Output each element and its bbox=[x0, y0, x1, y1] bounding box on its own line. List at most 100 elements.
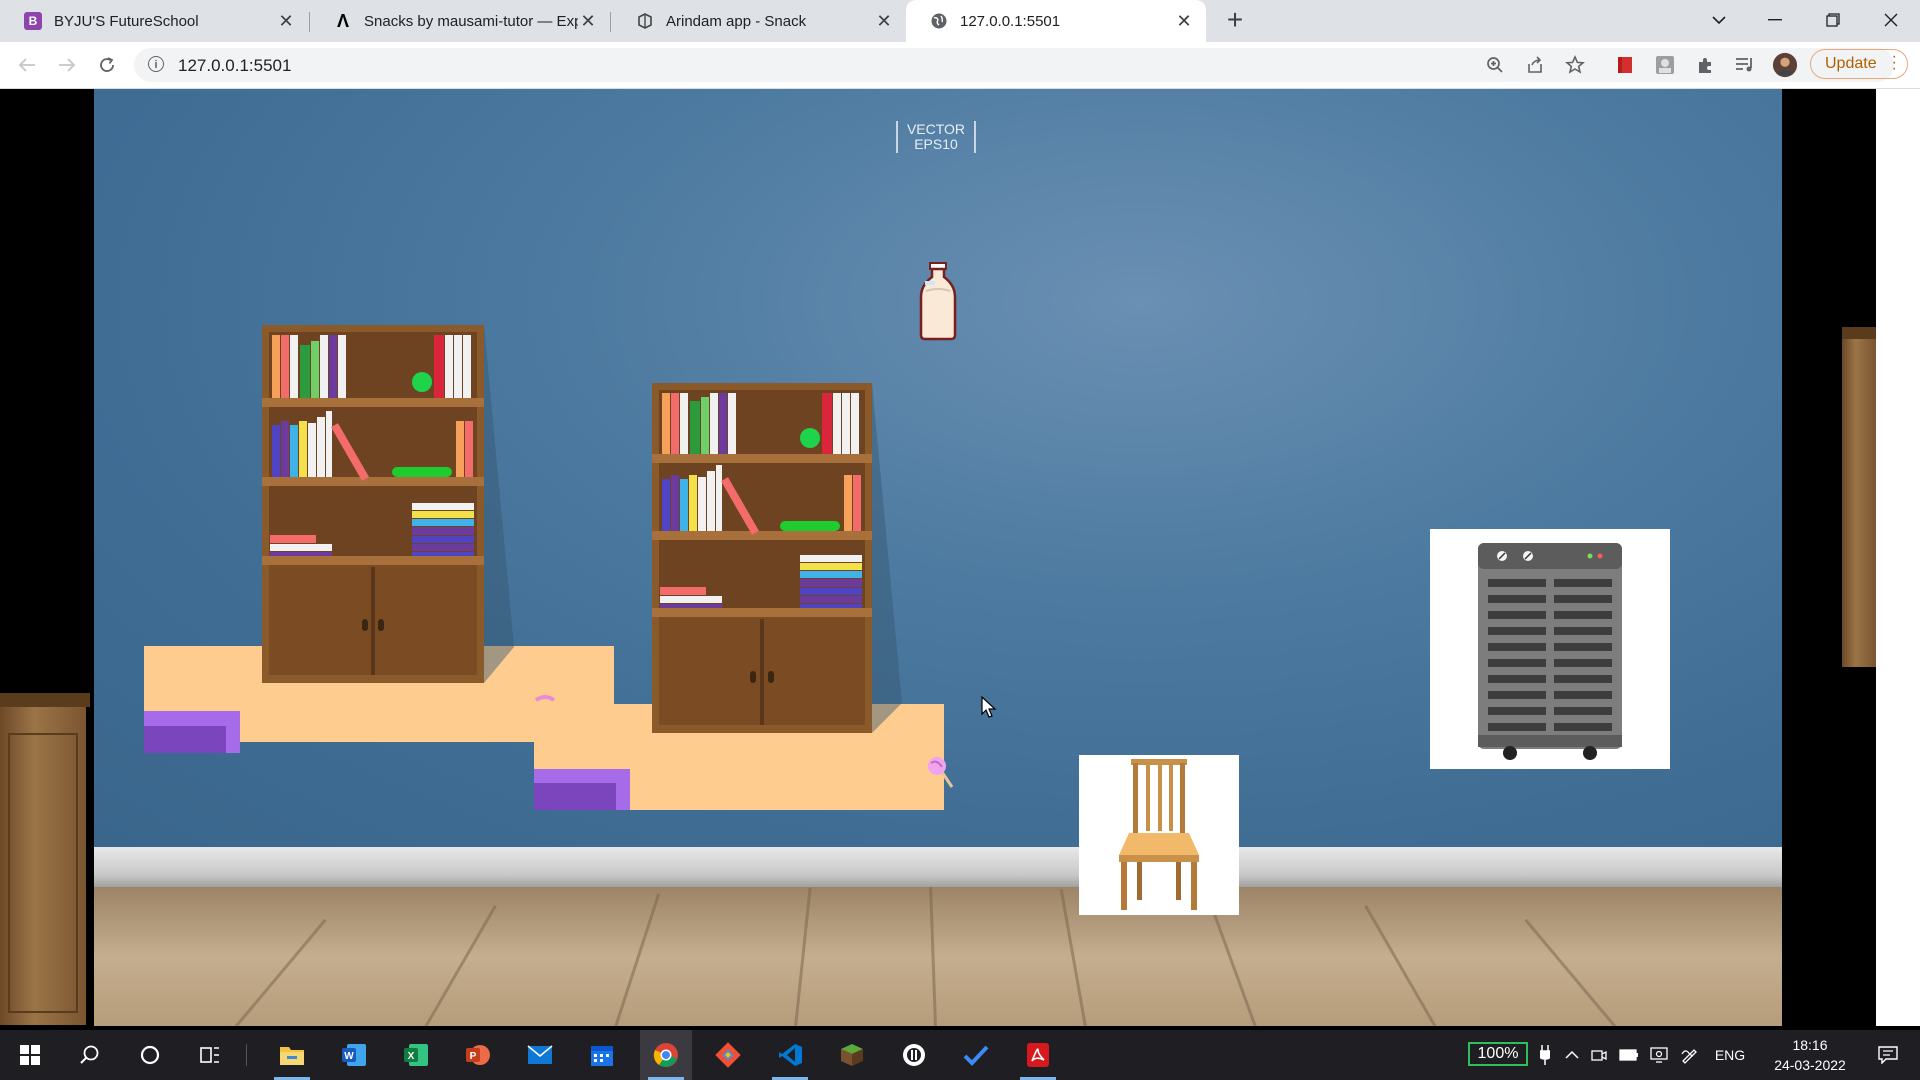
minimize-icon bbox=[1768, 19, 1782, 21]
site-info-icon[interactable]: i bbox=[148, 56, 164, 72]
extension-puzzle-avatar-icon[interactable] bbox=[1652, 52, 1678, 78]
tab-search-dropdown[interactable] bbox=[1696, 0, 1742, 40]
system-clock[interactable]: 18:16 24-03-2022 bbox=[1760, 1035, 1860, 1075]
update-button[interactable]: Update · · · bbox=[1810, 49, 1908, 79]
arrow-right-icon bbox=[59, 58, 76, 72]
tab-arindam-snack[interactable]: Arindam app - Snack ✕ bbox=[612, 0, 906, 42]
bookshelf-left bbox=[262, 325, 514, 683]
mouse-cursor-icon bbox=[981, 696, 997, 718]
browser-toolbar: i 127.0.0.1:5501 Update · · · bbox=[0, 42, 1920, 89]
heater bbox=[1478, 543, 1622, 760]
profile-avatar[interactable] bbox=[1772, 52, 1798, 78]
tab-divider bbox=[610, 12, 611, 32]
acrobat-icon[interactable] bbox=[1012, 1030, 1064, 1080]
close-window-button[interactable] bbox=[1868, 0, 1914, 40]
baseboard bbox=[94, 847, 1782, 887]
chevron-down-icon bbox=[1712, 16, 1726, 25]
svg-text:X: X bbox=[408, 1051, 415, 1062]
git-icon[interactable] bbox=[702, 1030, 754, 1080]
tab-byjus[interactable]: B BYJU'S FutureSchool ✕ bbox=[0, 0, 308, 42]
expo-logo-icon: Λ bbox=[336, 10, 349, 31]
close-icon[interactable]: ✕ bbox=[276, 11, 296, 32]
extensions-icon[interactable] bbox=[1692, 52, 1718, 78]
wooden-floor bbox=[94, 887, 1782, 1026]
powerpoint-icon[interactable]: P bbox=[452, 1030, 504, 1080]
search-icon[interactable] bbox=[64, 1030, 116, 1080]
page-scrollbar-area[interactable] bbox=[1876, 89, 1920, 1026]
vscode-icon[interactable] bbox=[764, 1030, 816, 1080]
github-desktop-icon[interactable] bbox=[888, 1030, 940, 1080]
watermark-line2: EPS10 bbox=[914, 136, 958, 152]
windows-taskbar: W X P 100% ENG 18:16 24-03-2022 bbox=[0, 1030, 1920, 1080]
chair bbox=[1119, 759, 1199, 910]
chrome-icon[interactable] bbox=[640, 1030, 692, 1080]
globe-icon bbox=[930, 12, 948, 30]
address-text[interactable]: 127.0.0.1:5501 bbox=[178, 56, 291, 76]
page-viewport: VECTOR EPS10 bbox=[0, 89, 1920, 1026]
restore-icon bbox=[1826, 13, 1840, 27]
right-wood-cabinet bbox=[1842, 327, 1876, 667]
bookmark-extension-icon[interactable] bbox=[1612, 52, 1638, 78]
new-tab-button[interactable]: + bbox=[1220, 6, 1250, 36]
zoom-icon[interactable] bbox=[1482, 52, 1508, 78]
left-wood-cabinet bbox=[0, 693, 90, 1025]
watermark-line1: VECTOR bbox=[906, 121, 966, 137]
reload-icon bbox=[100, 57, 114, 72]
clock-time: 18:16 bbox=[1792, 1037, 1828, 1053]
game-canvas[interactable]: VECTOR EPS10 bbox=[94, 89, 1782, 1026]
update-label: Update bbox=[1825, 55, 1877, 72]
language-indicator[interactable]: ENG bbox=[1708, 1030, 1752, 1080]
mail-icon[interactable] bbox=[514, 1030, 566, 1080]
meet-now-icon[interactable] bbox=[1588, 1030, 1610, 1080]
power-plug-icon[interactable] bbox=[1534, 1030, 1556, 1080]
minecraft-icon[interactable] bbox=[826, 1030, 878, 1080]
todo-icon[interactable] bbox=[950, 1030, 1002, 1080]
task-view-icon[interactable] bbox=[184, 1030, 236, 1080]
battery-icon[interactable] bbox=[1618, 1030, 1640, 1080]
windows-start-icon[interactable] bbox=[4, 1030, 56, 1080]
chair-sprite[interactable] bbox=[1079, 755, 1239, 915]
calendar-icon[interactable] bbox=[576, 1030, 628, 1080]
lollipop bbox=[928, 757, 954, 788]
restore-button[interactable] bbox=[1810, 0, 1856, 40]
tab-title: Snacks by mausami-tutor — Expo bbox=[364, 12, 578, 30]
tab-strip: B BYJU'S FutureSchool ✕ Λ Snacks by maus… bbox=[0, 0, 1920, 42]
candy-wrapper bbox=[534, 695, 556, 702]
byjus-logo-icon: B bbox=[24, 12, 42, 30]
close-icon[interactable]: ✕ bbox=[578, 11, 598, 32]
tab-title: 127.0.0.1:5501 bbox=[960, 12, 1061, 30]
network-icon[interactable] bbox=[1648, 1030, 1670, 1080]
tab-localhost[interactable]: 127.0.0.1:5501 ✕ bbox=[906, 0, 1206, 42]
tab-title: Arindam app - Snack bbox=[666, 12, 807, 30]
taskbar-divider bbox=[246, 1044, 247, 1066]
bookshelf-right bbox=[652, 383, 902, 733]
purple-block-right-shade bbox=[534, 783, 616, 810]
back-button[interactable] bbox=[12, 50, 42, 80]
reload-button[interactable] bbox=[92, 50, 122, 80]
file-explorer-icon[interactable] bbox=[266, 1030, 318, 1080]
clock-date: 24-03-2022 bbox=[1774, 1057, 1846, 1073]
close-icon[interactable]: ✕ bbox=[1174, 11, 1194, 32]
excel-icon[interactable]: X bbox=[390, 1030, 442, 1080]
notifications-icon[interactable] bbox=[1868, 1030, 1908, 1080]
svg-text:W: W bbox=[344, 1051, 354, 1062]
minimize-button[interactable] bbox=[1752, 0, 1798, 40]
battery-percent-badge[interactable]: 100% bbox=[1468, 1042, 1528, 1066]
share-icon[interactable] bbox=[1522, 52, 1548, 78]
heater-sprite bbox=[1430, 529, 1670, 769]
menu-dots-icon: · · · bbox=[1891, 48, 1897, 77]
media-control-icon[interactable] bbox=[1732, 52, 1758, 78]
bookmark-star-icon[interactable] bbox=[1562, 52, 1588, 78]
tab-title: BYJU'S FutureSchool bbox=[54, 12, 199, 30]
word-icon[interactable]: W bbox=[328, 1030, 380, 1080]
pen-icon[interactable] bbox=[1678, 1030, 1700, 1080]
arrow-left-icon bbox=[18, 58, 35, 72]
close-icon[interactable]: ✕ bbox=[874, 11, 894, 32]
milk-bottle bbox=[919, 262, 957, 341]
cortana-icon[interactable] bbox=[124, 1030, 176, 1080]
forward-button[interactable] bbox=[52, 50, 82, 80]
snack-logo-icon bbox=[636, 12, 654, 30]
tab-expo-snacks[interactable]: Λ Snacks by mausami-tutor — Expo ✕ bbox=[310, 0, 610, 42]
watermark-label: VECTOR EPS10 bbox=[896, 121, 976, 153]
chevron-up-icon[interactable] bbox=[1562, 1030, 1582, 1080]
